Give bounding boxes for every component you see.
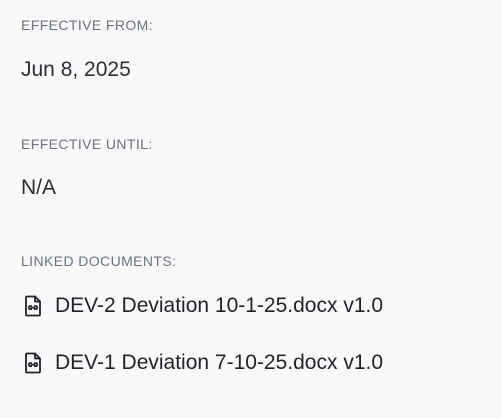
linked-document-name: DEV-2 Deviation 10-1-25.docx v1.0 [55, 294, 384, 317]
effective-until-label: EFFECTIVE UNTIL: [21, 136, 153, 152]
effective-from-label: EFFECTIVE FROM: [21, 17, 153, 33]
linked-documents-label: LINKED DOCUMENTS: [21, 253, 177, 269]
linked-document-name: DEV-1 Deviation 7-10-25.docx v1.0 [55, 351, 384, 374]
document-details-panel: EFFECTIVE FROM: Jun 8, 2025 EFFECTIVE UN… [0, 0, 502, 418]
effective-until-value: N/A [21, 176, 57, 199]
linked-document-item[interactable]: DEV-2 Deviation 10-1-25.docx v1.0 [21, 294, 383, 318]
file-link-icon [21, 294, 45, 318]
linked-document-item[interactable]: DEV-1 Deviation 7-10-25.docx v1.0 [21, 351, 383, 375]
effective-from-value: Jun 8, 2025 [21, 58, 131, 81]
file-link-icon [21, 351, 45, 375]
